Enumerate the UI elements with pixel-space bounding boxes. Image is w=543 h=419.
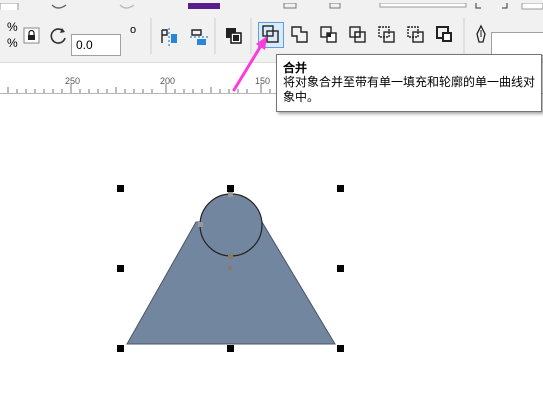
tooltip-description: 将对象合并至带有单一填充和轮廓的单一曲线对象中。	[283, 75, 536, 104]
tooltip-title: 合并	[283, 61, 308, 75]
combine-tooltip: 合并 将对象合并至带有单一填充和轮廓的单一曲线对象中。	[276, 54, 542, 112]
